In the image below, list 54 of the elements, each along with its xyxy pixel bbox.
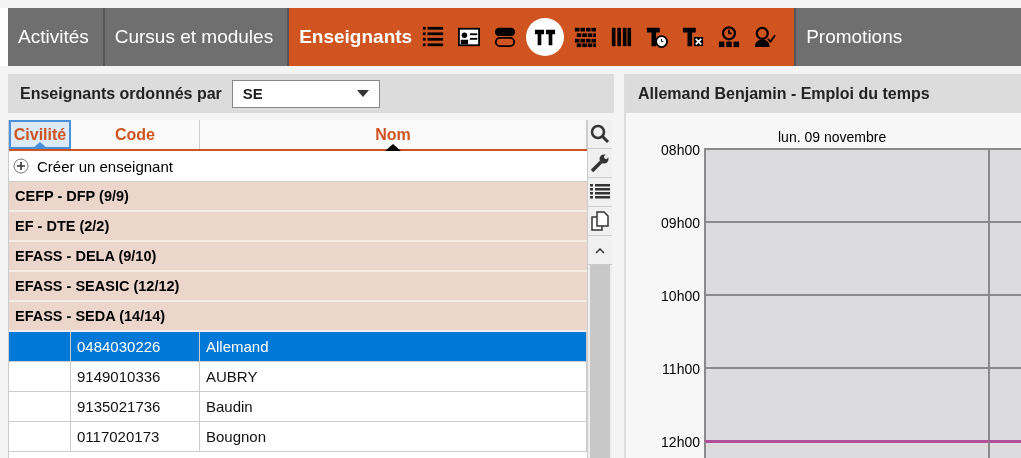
sort-dropdown[interactable]: SE <box>231 79 380 108</box>
list-icon <box>590 183 610 201</box>
person-check-icon <box>754 26 777 48</box>
time-slot[interactable] <box>704 221 988 294</box>
copy-icon <box>591 211 609 231</box>
toolbar-button[interactable] <box>526 18 565 56</box>
code-cell: 0117020173 <box>71 422 200 451</box>
group-row[interactable]: EFASS - DELA (9/10) <box>9 242 587 272</box>
code-cell: 0484030226 <box>71 332 200 361</box>
tab[interactable]: Cursus et modules <box>104 8 290 66</box>
clock-people-icon <box>718 26 741 48</box>
time-slot[interactable] <box>988 294 1021 367</box>
timetable-title: Allemand Benjamin - Emploi du temps <box>638 84 930 103</box>
teacher-row[interactable]: 9149010336 AUBRY <box>9 362 587 392</box>
group-row[interactable]: EFASS - SEASIC (12/12) <box>9 272 587 302</box>
id-card-icon <box>458 26 481 48</box>
hour-label: 10h00 <box>660 288 701 304</box>
brick-grid-icon <box>574 26 597 48</box>
sort-arrow-icon <box>32 142 48 149</box>
code-cell: 9149010336 <box>71 362 200 391</box>
column-header[interactable]: Code <box>71 120 200 149</box>
group-row[interactable]: CEFP - DFP (9/9) <box>9 182 587 212</box>
time-slot[interactable] <box>988 367 1021 440</box>
time-slot[interactable] <box>988 221 1021 294</box>
hour-label: 12h00 <box>660 434 701 450</box>
teacher-row[interactable]: 9135021736 Baudin <box>9 392 587 422</box>
sort-arrow-icon <box>385 144 401 151</box>
wrench-icon <box>590 153 610 173</box>
teacher-row[interactable]: 0117020173 Bougnon <box>9 422 587 452</box>
teacher-row[interactable]: 0484030226 Allemand <box>9 332 587 362</box>
time-slot[interactable] <box>704 367 988 440</box>
stacked-pills-icon <box>494 26 517 48</box>
search-icon <box>590 124 610 144</box>
tab[interactable]: Enseignants <box>289 8 797 66</box>
day-label: lun. 09 novembre <box>778 129 887 145</box>
hour-label: 09h00 <box>660 215 701 231</box>
sort-label: Enseignants ordonnés par <box>20 84 222 103</box>
time-slot[interactable] <box>704 294 988 367</box>
group-row[interactable]: EFASS - SEDA (14/14) <box>9 302 587 332</box>
tab[interactable]: Promotions <box>796 8 1021 66</box>
time-slot[interactable] <box>704 148 988 221</box>
caret-icon <box>356 90 369 97</box>
code-cell: 9135021736 <box>71 392 200 421</box>
group-row[interactable]: EF - DTE (2/2) <box>9 212 587 242</box>
columns-icon <box>610 26 633 48</box>
chevron-up-icon <box>595 246 605 254</box>
list-icon <box>422 26 445 48</box>
plus-icon <box>13 158 29 174</box>
time-slot[interactable] <box>988 148 1021 221</box>
t-cross-icon <box>682 26 705 48</box>
clock-t-icon <box>646 26 669 48</box>
hour-label: 11h00 <box>661 361 701 377</box>
hour-label: 08h00 <box>660 142 701 158</box>
tab[interactable]: Activités <box>8 8 105 66</box>
